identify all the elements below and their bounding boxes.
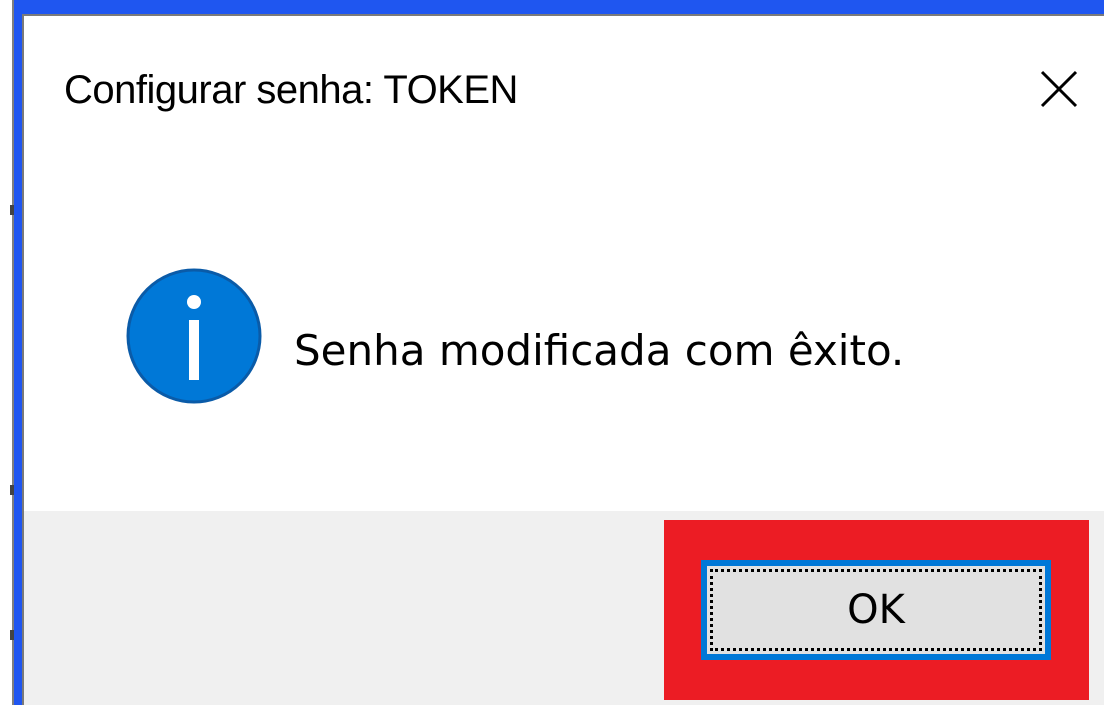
ok-button[interactable]: OK	[701, 560, 1051, 660]
dialog-title: Configurar senha: TOKEN	[64, 68, 518, 112]
dialog-footer: OK	[24, 511, 1104, 705]
screen: Configurar senha: TOKEN Senha modificada…	[0, 0, 1104, 705]
background-window-mark	[10, 485, 14, 495]
dialog-message: Senha modificada com êxito.	[294, 326, 905, 375]
close-button[interactable]	[1034, 64, 1084, 114]
close-icon	[1040, 70, 1078, 108]
info-icon	[126, 268, 262, 404]
background-window-edge	[0, 0, 14, 705]
background-window-mark	[10, 630, 14, 640]
dialog-title-bar[interactable]: Configurar senha: TOKEN	[24, 16, 1104, 166]
dialog-content: Senha modificada com êxito.	[24, 166, 1104, 511]
message-dialog: Configurar senha: TOKEN Senha modificada…	[22, 14, 1104, 705]
background-window-mark	[10, 205, 14, 215]
ok-button-label: OK	[847, 587, 905, 633]
